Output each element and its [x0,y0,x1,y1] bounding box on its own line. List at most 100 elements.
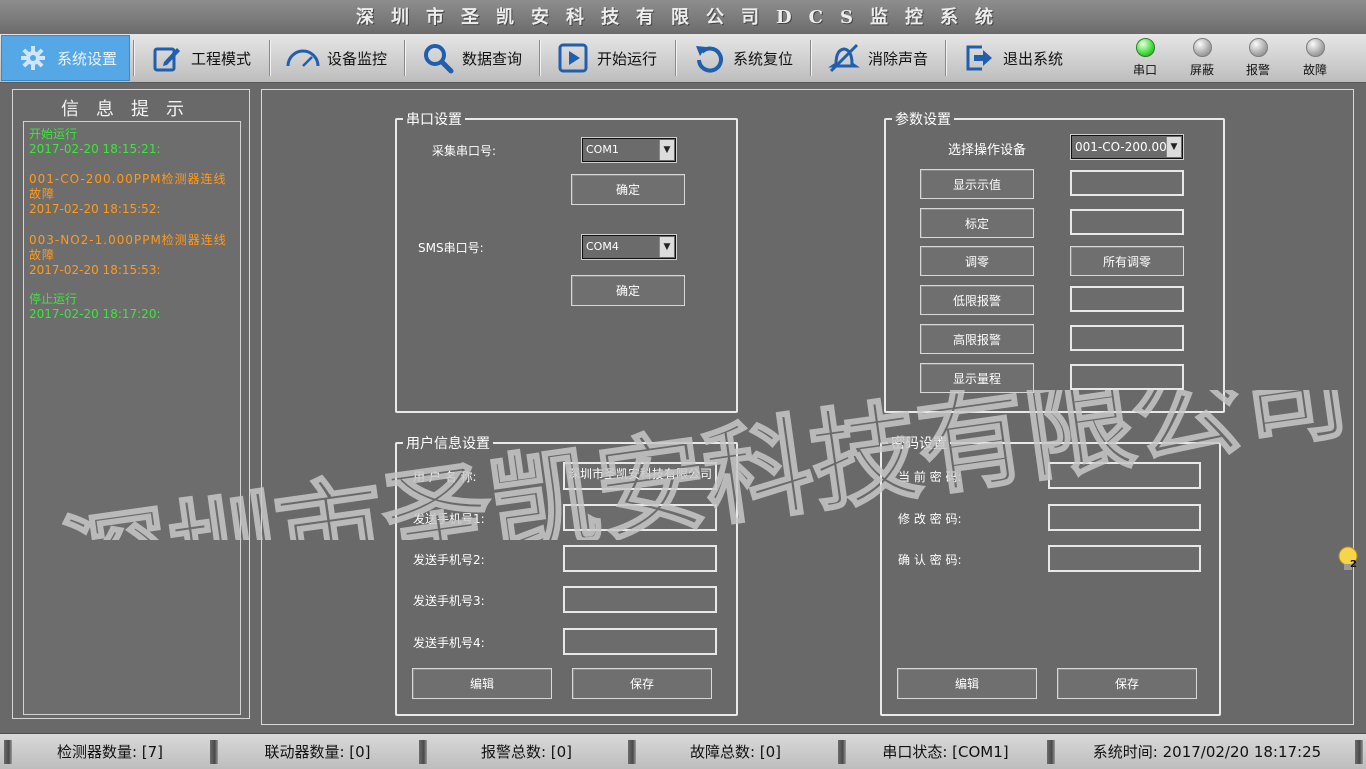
alarm-total: 报警总数: [0] [480,743,573,761]
list-item: 001-CO-200.00PPM检测器连线故障 2017-02-20 18:15… [29,172,239,217]
start-run-label: 开始运行 [597,49,658,68]
show-value-field[interactable] [1070,170,1184,196]
device-monitor-button[interactable]: 设备监控 [272,35,402,81]
message-time: 2017-02-20 18:15:52: [29,202,161,216]
system-settings-label: 系统设置 [57,49,118,68]
message-time: 2017-02-20 18:15:21: [29,142,161,156]
password-settings-legend: 密码设置 [891,436,947,452]
exit-system-label: 退出系统 [1003,49,1064,68]
notification-bulb-icon[interactable]: 2 [1336,545,1362,575]
user-name-field[interactable]: 深圳市圣凯安科技有限公司 [563,462,717,490]
fault-total: 故障总数: [0] [689,743,782,761]
chevron-down-icon[interactable]: ▼ [659,237,674,257]
serial-settings-legend: 串口设置 [406,112,462,128]
zero-all-button[interactable]: 所有调零 [1070,246,1184,276]
indicator-mask: 屏蔽 [1182,38,1222,78]
exit-system-button[interactable]: 退出系统 [948,35,1078,81]
mute-sound-button[interactable]: 消除声音 [813,35,943,81]
indicator-mask-label: 屏蔽 [1189,63,1214,77]
message-time: 2017-02-20 18:17:20: [29,307,161,321]
info-panel: 信息提示 开始运行 2017-02-20 18:15:21: 001-CO-20… [12,89,250,719]
list-item: 003-NO2-1.000PPM检测器连线故障 2017-02-20 18:15… [29,233,239,278]
gauge-icon [286,41,320,75]
low-alarm-button[interactable]: 低限报警 [920,285,1034,315]
calibrate-field[interactable] [1070,209,1184,235]
current-password-field[interactable] [1048,462,1201,489]
indicator-alarm-label: 报警 [1245,63,1270,77]
user-save-button[interactable]: 保存 [572,668,712,699]
reset-icon [692,41,726,75]
phone4-label: 发送手机号4: [413,636,485,650]
toolbar: 系统设置 工程模式 设备监控 数据查询 开始运行 系统复位 消除声音 退出系统 … [0,34,1366,83]
phone2-label: 发送手机号2: [413,553,485,567]
confirm-sms-port-button[interactable]: 确定 [571,275,685,306]
message-text: 003-NO2-1.000PPM检测器连线故障 [29,233,227,262]
list-item: 停止运行 2017-02-20 18:17:20: [29,292,239,322]
indicator-fault-label: 故障 [1302,63,1327,77]
user-info-legend: 用户信息设置 [406,436,490,452]
message-text: 开始运行 [29,127,78,141]
led-gray-icon [1248,38,1268,57]
system-settings-button[interactable]: 系统设置 [1,35,130,81]
password-save-button[interactable]: 保存 [1057,668,1197,699]
sms-port-select[interactable]: COM4 ▼ [581,234,677,260]
parameter-settings-legend: 参数设置 [895,112,951,128]
edit-icon [150,41,184,75]
engineering-mode-button[interactable]: 工程模式 [136,35,266,81]
phone3-label: 发送手机号3: [413,594,485,608]
calibrate-button[interactable]: 标定 [920,208,1034,238]
detector-count: 检测器数量: [7] [56,743,164,761]
phone1-label: 发送手机号1: [413,512,485,526]
system-reset-label: 系统复位 [733,49,794,68]
indicator-alarm: 报警 [1238,38,1278,78]
collect-port-select[interactable]: COM1 ▼ [581,137,677,163]
confirm-password-field[interactable] [1048,545,1201,572]
collect-port-value: COM1 [586,143,619,156]
message-text: 001-CO-200.00PPM检测器连线故障 [29,172,227,201]
show-range-field[interactable] [1070,364,1184,390]
low-alarm-field[interactable] [1070,286,1184,312]
user-name-value: 深圳市圣凯安科技有限公司 [567,467,712,481]
phone2-field[interactable] [563,545,717,572]
chevron-down-icon[interactable]: ▼ [1166,137,1181,157]
device-select-label: 选择操作设备 [948,143,1027,158]
device-select-value: 001-CO-200.00 [1075,140,1167,154]
linker-count: 联动器数量: [0] [264,743,371,761]
sms-port-label: SMS串口号: [418,241,484,255]
message-text: 停止运行 [29,292,78,306]
led-gray-icon [1305,38,1325,57]
user-name-label: 用 户 名 称: [413,470,477,484]
settings-main-panel: 串口设置 采集串口号: COM1 ▼ 确定 SMS串口号: COM4 ▼ 确定 … [261,89,1354,725]
serial-status: 串口状态: [COM1] [882,743,1009,761]
status-bar: 检测器数量: [7] 联动器数量: [0] 报警总数: [0] 故障总数: [0… [0,733,1366,769]
led-gray-icon [1192,38,1212,57]
device-select[interactable]: 001-CO-200.00 ▼ [1070,134,1184,160]
user-edit-button[interactable]: 编辑 [412,668,552,699]
indicator-serial: 串口 [1125,38,1165,78]
phone3-field[interactable] [563,586,717,613]
indicator-fault: 故障 [1295,38,1335,78]
start-run-button[interactable]: 开始运行 [542,35,672,81]
password-edit-button[interactable]: 编辑 [897,668,1037,699]
phone1-field[interactable] [563,504,717,531]
device-monitor-label: 设备监控 [327,49,388,68]
high-alarm-button[interactable]: 高限报警 [920,324,1034,354]
confirm-password-label: 确 认 密 码: [898,553,962,567]
high-alarm-field[interactable] [1070,325,1184,351]
show-range-button[interactable]: 显示量程 [920,363,1034,393]
system-reset-button[interactable]: 系统复位 [678,35,808,81]
play-icon [556,41,590,75]
confirm-collect-port-button[interactable]: 确定 [571,174,685,205]
show-value-button[interactable]: 显示示值 [920,169,1034,199]
info-panel-title: 信息提示 [61,99,201,120]
search-icon [421,41,455,75]
new-password-field[interactable] [1048,504,1201,531]
mute-icon [827,41,861,75]
zero-button[interactable]: 调零 [920,246,1034,276]
info-message-list[interactable]: 开始运行 2017-02-20 18:15:21: 001-CO-200.00P… [23,121,241,715]
indicator-serial-label: 串口 [1132,63,1157,77]
data-query-label: 数据查询 [462,49,523,68]
phone4-field[interactable] [563,628,717,655]
chevron-down-icon[interactable]: ▼ [659,140,674,160]
data-query-button[interactable]: 数据查询 [407,35,537,81]
